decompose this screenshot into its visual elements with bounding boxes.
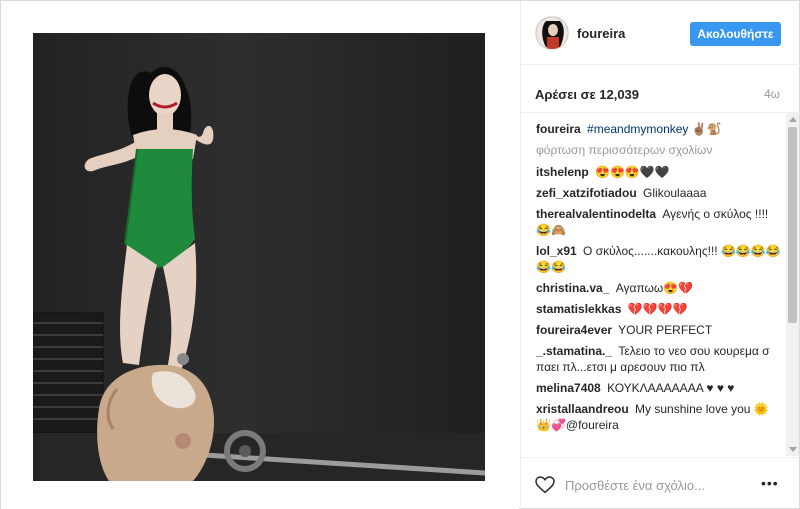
caption-username[interactable]: foureira bbox=[536, 122, 581, 136]
comment-username[interactable]: lol_x91 bbox=[536, 244, 577, 258]
comment-text: YOUR PERFECT bbox=[618, 323, 713, 337]
comment-item: melina7408 ΚΟΥΚΛΑΑΑΑΑΑΑ ♥ ♥ ♥ bbox=[536, 380, 787, 396]
more-options-icon[interactable]: ••• bbox=[761, 475, 779, 491]
follow-button[interactable]: Ακολουθήστε bbox=[690, 22, 781, 46]
comments-scrollbar[interactable] bbox=[786, 113, 799, 456]
likes-count[interactable]: Αρέσει σε 12,039 bbox=[535, 87, 639, 102]
comment-item: itshelenp 😍😍😍🖤🖤 bbox=[536, 164, 787, 180]
scrollbar-thumb[interactable] bbox=[788, 127, 797, 323]
comment-text: ΚΟΥΚΛΑΑΑΑΑΑΑ ♥ ♥ ♥ bbox=[607, 381, 735, 395]
comment-item: xristallaandreou My sunshine love you 🌞👑… bbox=[536, 401, 787, 433]
load-more-comments-link[interactable]: φόρτωση περισσότερων σχολίων bbox=[536, 142, 787, 158]
comment-username[interactable]: _.stamatina._ bbox=[536, 344, 612, 358]
comment-item: zefi_xatzifotiadou Glikoulaaaa bbox=[536, 185, 787, 201]
comment-item: lol_x91 Ο σκύλος.......κακουλης!!! 😂😂😂😂😂… bbox=[536, 243, 787, 275]
post-username[interactable]: foureira bbox=[577, 26, 625, 41]
comment-text: Glikoulaaaa bbox=[643, 186, 707, 200]
comment-username[interactable]: zefi_xatzifotiadou bbox=[536, 186, 637, 200]
comment-text: 😍😍😍🖤🖤 bbox=[595, 165, 670, 179]
heart-outline-icon[interactable] bbox=[535, 476, 555, 494]
scroll-down-arrow-icon[interactable] bbox=[789, 447, 797, 452]
caption-hashtag[interactable]: #meandmymonkey bbox=[587, 122, 688, 136]
comments-list: foureira #meandmymonkey ✌🏽🐒 φόρτωση περι… bbox=[521, 113, 787, 456]
comment-text: 💔💔💔💔 bbox=[627, 302, 688, 316]
comment-username[interactable]: christina.va_ bbox=[536, 281, 609, 295]
avatar-image bbox=[536, 17, 568, 49]
comment-username[interactable]: therealvalentinodelta bbox=[536, 207, 656, 221]
comment-item: _.stamatina._ Τελειο το νεο σου κουρεμα … bbox=[536, 343, 787, 375]
caption-emoji: ✌🏽🐒 bbox=[691, 122, 722, 136]
avatar[interactable] bbox=[535, 16, 569, 50]
caption: foureira #meandmymonkey ✌🏽🐒 bbox=[536, 121, 787, 137]
comment-username[interactable]: foureira4ever bbox=[536, 323, 612, 337]
comment-username[interactable]: melina7408 bbox=[536, 381, 601, 395]
comment-text: Αγαπωω😍💔 bbox=[615, 281, 694, 295]
comment-item: foureira4ever YOUR PERFECT bbox=[536, 322, 787, 338]
photo-illustration bbox=[33, 33, 485, 481]
post-age[interactable]: 4ω bbox=[764, 87, 780, 101]
comment-item: stamatislekkas 💔💔💔💔 bbox=[536, 301, 787, 317]
scroll-up-arrow-icon[interactable] bbox=[789, 117, 797, 122]
comment-item: therealvalentinodelta Αγενής ο σκύλος !!… bbox=[536, 206, 787, 238]
post-header: foureira Ακολουθήστε bbox=[521, 1, 800, 65]
comment-username[interactable]: itshelenp bbox=[536, 165, 589, 179]
comment-username[interactable]: xristallaandreou bbox=[536, 402, 629, 416]
add-comment-input[interactable] bbox=[565, 475, 755, 495]
comment-footer: ••• bbox=[521, 457, 800, 509]
post-sidebar: foureira Ακολουθήστε Αρέσει σε 12,039 4ω… bbox=[520, 1, 800, 509]
likes-row: Αρέσει σε 12,039 4ω bbox=[521, 65, 800, 113]
post-modal: foureira Ακολουθήστε Αρέσει σε 12,039 4ω… bbox=[0, 0, 800, 509]
comment-item: christina.va_ Αγαπωω😍💔 bbox=[536, 280, 787, 296]
post-photo[interactable] bbox=[33, 33, 485, 481]
photo-pane bbox=[1, 1, 519, 509]
comment-username[interactable]: stamatislekkas bbox=[536, 302, 621, 316]
